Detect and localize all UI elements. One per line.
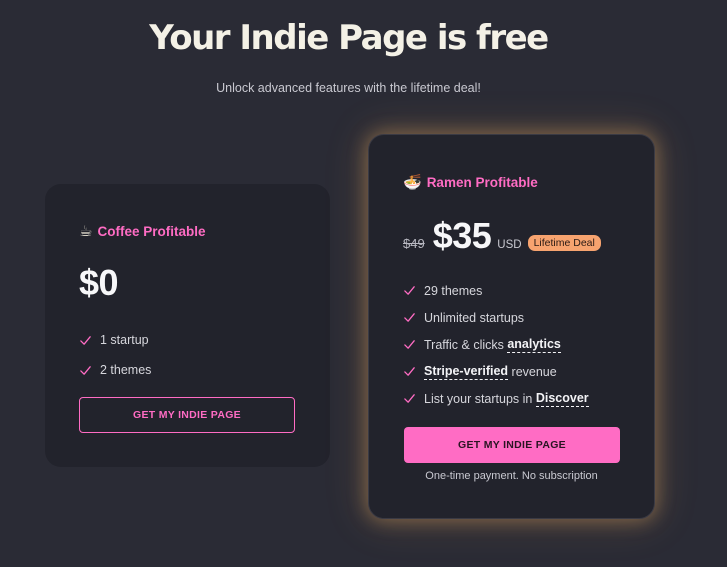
check-icon (404, 367, 415, 376)
feature-item: Unlimited startups (403, 304, 589, 331)
plan-card-ramen: 🍜 Ramen Profitable $49 $35 USD Lifetime … (368, 134, 655, 519)
plan-name-label: Coffee Profitable (97, 223, 206, 239)
feature-item: 2 themes (79, 355, 151, 385)
plan-name-label: Ramen Profitable (426, 174, 538, 190)
get-indie-page-deal-button[interactable]: GET MY INDIE PAGE (404, 427, 620, 463)
check-icon (404, 340, 415, 349)
ramen-icon: 🍜 (403, 173, 422, 191)
plan-price: $35 (432, 215, 492, 256)
page-subtitle: Unlock advanced features with the lifeti… (216, 81, 481, 95)
feature-label: 2 themes (100, 363, 152, 377)
feature-label: Traffic & clicks (424, 337, 508, 352)
check-icon (404, 313, 415, 322)
feature-item: 1 startup (79, 325, 151, 355)
feature-item: 29 themes (403, 277, 589, 304)
feature-list: 1 startup 2 themes (79, 325, 151, 385)
currency-label: USD (497, 239, 522, 251)
feature-item: List your startups in Discover (403, 385, 589, 412)
plan-card-coffee: ☕ Coffee Profitable $0 1 startup 2 theme… (45, 184, 330, 467)
stripe-verified-link[interactable]: Stripe-verified (424, 364, 509, 380)
feature-list: 29 themes Unlimited startups Traffic & c… (403, 277, 589, 412)
check-icon (404, 286, 415, 295)
feature-label: 1 startup (100, 333, 149, 347)
old-price: $49 (403, 236, 425, 251)
plan-name-coffee: ☕ Coffee Profitable (79, 222, 205, 240)
coffee-icon: ☕ (79, 222, 93, 240)
feature-label: 29 themes (424, 283, 483, 298)
price-row: $49 $35 USD Lifetime Deal (403, 215, 601, 257)
lifetime-deal-badge: Lifetime Deal (527, 235, 601, 251)
check-icon (80, 335, 91, 345)
feature-label: Unlimited startups (424, 310, 525, 325)
feature-item: Stripe-verified revenue (403, 358, 589, 385)
plan-price: $0 (79, 262, 119, 303)
discover-link[interactable]: Discover (535, 391, 589, 407)
payment-note: One-time payment. No subscription (425, 470, 598, 482)
plan-name-ramen: 🍜 Ramen Profitable (403, 173, 538, 191)
check-icon (404, 394, 415, 403)
get-indie-page-free-button[interactable]: GET MY INDIE PAGE (79, 397, 295, 433)
check-icon (80, 365, 91, 375)
feature-item: Traffic & clicks analytics (403, 331, 589, 358)
feature-label: List your startups in (424, 391, 536, 406)
page-title: Your Indie Page is free (149, 18, 549, 58)
feature-label: revenue (508, 364, 557, 379)
pricing-page: Your Indie Page is free Unlock advanced … (0, 0, 727, 567)
analytics-link[interactable]: analytics (507, 337, 561, 353)
